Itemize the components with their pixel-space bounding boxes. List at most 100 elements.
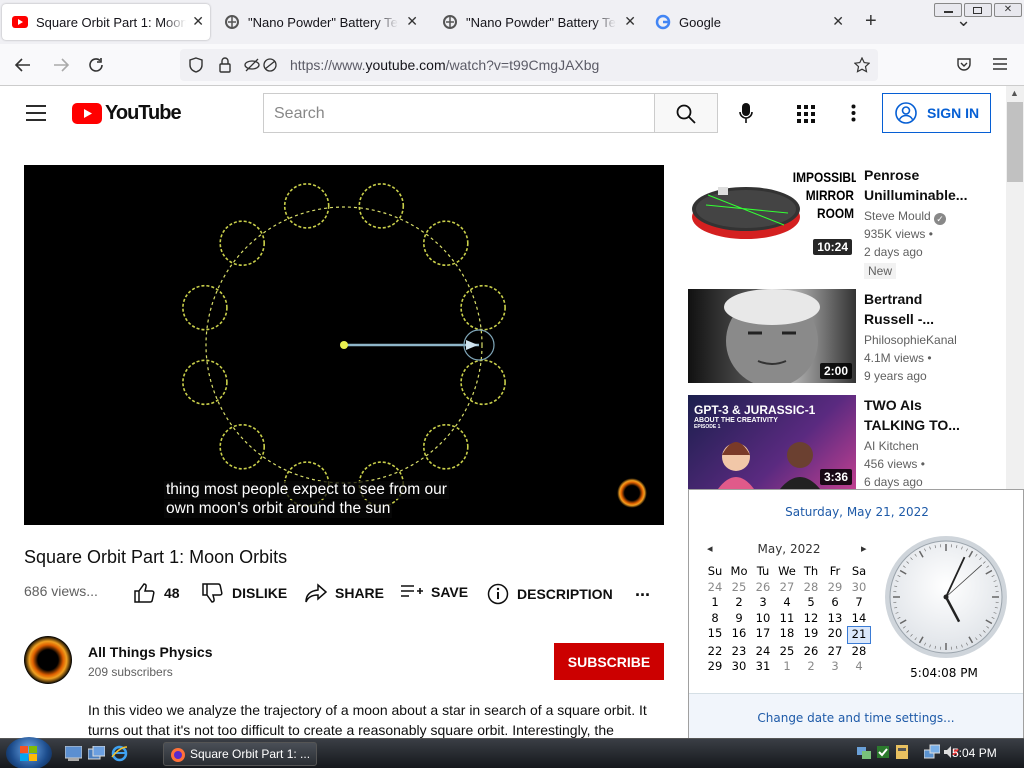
description-button[interactable]: DESCRIPTION (487, 583, 613, 605)
share-button[interactable]: SHARE (305, 583, 384, 603)
device-status-icon[interactable] (894, 744, 910, 760)
more-actions-button[interactable]: ... (635, 580, 650, 601)
recommended-video[interactable]: 2:00 Bertrand Russell -... PhilosophieKan… (688, 289, 1004, 384)
calendar-day[interactable]: 4 (775, 595, 799, 611)
recommended-title[interactable]: TWO AIs TALKING TO... (864, 395, 999, 435)
calendar-day[interactable]: 16 (727, 626, 751, 644)
scrollbar-thumb[interactable] (1007, 102, 1023, 182)
calendar-day[interactable]: 3 (751, 595, 775, 611)
sign-in-button[interactable]: SIGN IN (882, 93, 991, 133)
calendar-day[interactable]: 13 (823, 611, 847, 627)
more-vertical-icon[interactable] (851, 104, 856, 122)
video-thumbnail[interactable]: IMPOSSIBLE MIRROR ROOM 10:24 (688, 165, 856, 259)
bookmark-star-icon[interactable] (854, 57, 870, 73)
search-button[interactable] (654, 93, 718, 133)
video-thumbnail[interactable]: GPT-3 & JURASSIC-1 ABOUT THE CREATIVITY … (688, 395, 856, 489)
recommended-channel[interactable]: PhilosophieKanal (864, 333, 957, 347)
recommended-title[interactable]: Bertrand Russell -... (864, 289, 999, 329)
show-desktop-icon[interactable] (65, 746, 82, 761)
url-text[interactable]: https://www.youtube.com/watch?v=t99CmgJA… (290, 57, 599, 73)
recommended-title[interactable]: Penrose Unilluminable... (864, 165, 999, 205)
calendar-day[interactable]: 14 (847, 611, 871, 627)
restore-button[interactable] (964, 3, 992, 17)
calendar-day[interactable]: 30 (727, 659, 751, 675)
calendar-day[interactable]: 27 (823, 644, 847, 660)
calendar-day[interactable]: 21 (847, 626, 871, 644)
calendar-day[interactable]: 15 (703, 626, 727, 644)
calendar-day[interactable]: 25 (775, 644, 799, 660)
calendar-day-other-month[interactable]: 24 (703, 580, 727, 596)
menu-icon[interactable] (992, 57, 1008, 71)
change-date-time-link[interactable]: Change date and time settings... (689, 711, 1023, 725)
calendar-day-other-month[interactable]: 4 (847, 659, 871, 675)
calendar-day-other-month[interactable]: 1 (775, 659, 799, 675)
calendar-day[interactable]: 9 (727, 611, 751, 627)
youtube-logo[interactable]: YouTube (72, 102, 182, 125)
url-bar[interactable]: https://www.youtube.com/watch?v=t99CmgJA… (180, 49, 878, 81)
calendar-day[interactable]: 8 (703, 611, 727, 627)
internet-explorer-icon[interactable] (111, 745, 128, 762)
recommended-channel[interactable]: Steve Mould ✓ (864, 209, 947, 225)
full-date[interactable]: Saturday, May 21, 2022 (689, 505, 1024, 519)
hamburger-menu-icon[interactable] (26, 105, 46, 121)
view-count[interactable]: 686 views... (24, 583, 98, 599)
tab-square-orbit[interactable]: Square Orbit Part 1: Moon Orbits ✕ (2, 4, 210, 40)
calendar-day-other-month[interactable]: 28 (799, 580, 823, 596)
calendar-day[interactable]: 11 (775, 611, 799, 627)
tab-nano-powder-2[interactable]: "Nano Powder" Battery Tech ✕ (432, 4, 642, 40)
next-month-button[interactable]: ▸ (861, 542, 867, 555)
taskbar-clock[interactable]: 5:04 PM (952, 746, 997, 760)
calendar-day[interactable]: 28 (847, 644, 871, 660)
close-tab-icon[interactable]: ✕ (832, 14, 844, 28)
calendar-day[interactable]: 10 (751, 611, 775, 627)
switch-windows-icon[interactable] (88, 746, 105, 761)
calendar-day-other-month[interactable]: 25 (727, 580, 751, 596)
close-tab-icon[interactable]: ✕ (192, 14, 204, 28)
security-center-icon[interactable] (875, 744, 891, 760)
calendar-day[interactable]: 17 (751, 626, 775, 644)
search-input[interactable]: Search (263, 93, 655, 133)
calendar-day[interactable]: 22 (703, 644, 727, 660)
tab-nano-powder-1[interactable]: "Nano Powder" Battery Tech ✕ (214, 4, 424, 40)
channel-name[interactable]: All Things Physics (88, 644, 212, 660)
calendar-day[interactable]: 18 (775, 626, 799, 644)
calendar-day[interactable]: 29 (703, 659, 727, 675)
recommended-video[interactable]: IMPOSSIBLE MIRROR ROOM 10:24 Penrose Unil… (688, 165, 1004, 279)
calendar-day-other-month[interactable]: 30 (847, 580, 871, 596)
channel-watermark-icon[interactable] (617, 478, 647, 508)
microphone-icon[interactable] (739, 103, 753, 124)
calendar-day-other-month[interactable]: 3 (823, 659, 847, 675)
calendar-day[interactable]: 7 (847, 595, 871, 611)
video-thumbnail[interactable]: 2:00 (688, 289, 856, 383)
calendar-day-other-month[interactable]: 26 (751, 580, 775, 596)
permissions-icon[interactable] (244, 57, 278, 73)
taskbar-firefox-window[interactable]: Square Orbit Part 1: ... (163, 742, 317, 766)
reload-icon[interactable] (87, 56, 105, 74)
calendar-day[interactable]: 5 (799, 595, 823, 611)
like-button[interactable]: 48 (134, 583, 180, 603)
network-status-icon[interactable] (856, 744, 872, 760)
calendar-day[interactable]: 24 (751, 644, 775, 660)
apps-grid-icon[interactable] (797, 105, 815, 123)
calendar-day[interactable]: 31 (751, 659, 775, 675)
calendar-day[interactable]: 26 (799, 644, 823, 660)
scroll-up-icon[interactable]: ▲ (1010, 88, 1019, 98)
shield-icon[interactable] (188, 57, 204, 73)
lock-icon[interactable] (217, 57, 233, 73)
new-tab-button[interactable]: + (865, 10, 877, 33)
minimize-button[interactable] (934, 3, 962, 17)
calendar-day[interactable]: 12 (799, 611, 823, 627)
forward-arrow-icon[interactable] (52, 56, 70, 74)
recommended-channel[interactable]: AI Kitchen (864, 439, 919, 453)
network-connection-icon[interactable] (924, 744, 940, 760)
subscribe-button[interactable]: SUBSCRIBE (554, 643, 664, 680)
calendar-day[interactable]: 6 (823, 595, 847, 611)
calendar-day[interactable]: 2 (727, 595, 751, 611)
channel-avatar[interactable] (24, 636, 72, 684)
start-button[interactable] (6, 737, 52, 768)
calendar-day[interactable]: 20 (823, 626, 847, 644)
tab-google[interactable]: Google ✕ (645, 4, 850, 40)
pocket-icon[interactable] (956, 56, 972, 72)
close-tab-icon[interactable]: ✕ (624, 14, 636, 28)
calendar-day-other-month[interactable]: 2 (799, 659, 823, 675)
